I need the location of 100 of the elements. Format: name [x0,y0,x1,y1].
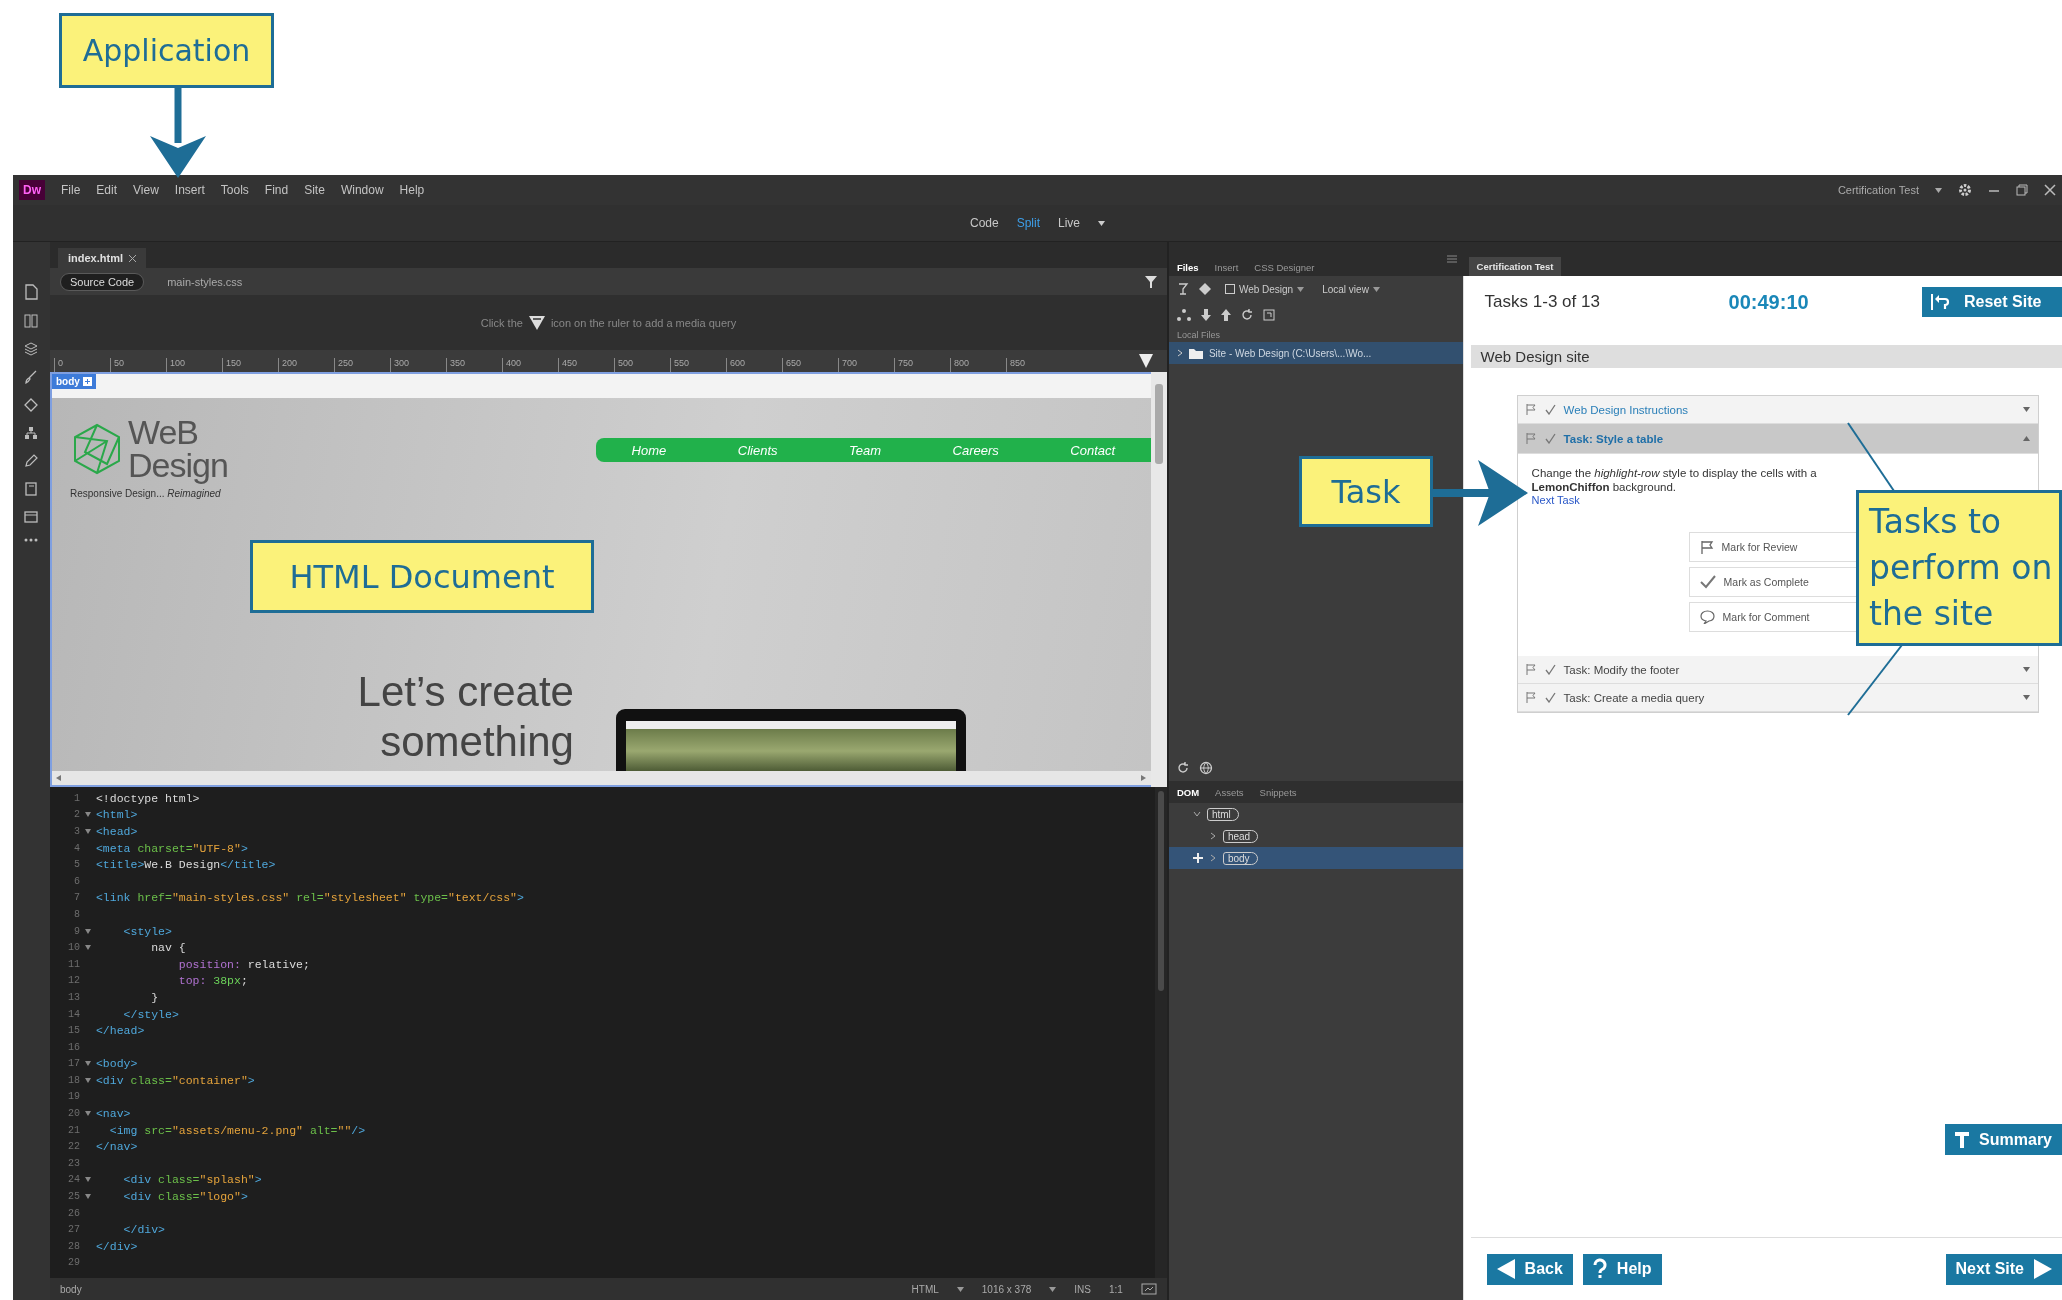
diamond-icon[interactable] [24,398,39,412]
brush-icon[interactable] [24,370,39,384]
close-icon[interactable] [2044,184,2056,196]
chevron-right-icon [1208,854,1217,862]
hint-text: Click the [480,316,523,329]
code-line: <style> [122,924,172,938]
dom-node[interactable]: head [1168,825,1463,847]
ruler-label: 750 [893,358,950,372]
dom-node[interactable]: html [1168,803,1463,825]
fold-icon[interactable] [84,829,91,834]
code-line: } [150,990,159,1004]
panel-tab[interactable]: Files [1174,259,1201,276]
panel-tab[interactable]: Insert [1212,259,1241,276]
fold-icon[interactable] [84,812,91,818]
line-number: 3 [72,826,80,837]
panel-tab[interactable]: Assets [1213,783,1246,801]
more-icon[interactable] [24,538,39,542]
restore-icon[interactable] [2016,184,2028,196]
window-size[interactable]: 1016 x 378 [981,1283,1032,1295]
panel-tab[interactable]: DOM [1174,783,1202,801]
related-file-tab[interactable]: Source Code [59,272,145,291]
horizontal-scrollbar[interactable] [51,771,1151,785]
task-header[interactable]: Web Design Instructions [1517,396,2038,424]
fold-icon[interactable] [84,1111,91,1117]
line-number: 17 [66,1058,80,1070]
fold-icon[interactable] [84,945,91,951]
refresh-icon[interactable] [1176,762,1189,774]
down-arrow-icon[interactable] [1200,309,1211,321]
book-icon[interactable] [24,482,39,496]
leader-line [1847,422,1895,492]
menu-item[interactable]: View [133,183,159,197]
pencil-icon[interactable] [24,454,39,468]
panel-tab[interactable]: Certification Test [1468,257,1562,276]
line-number: 9 [72,925,80,937]
network-icon[interactable] [1176,309,1191,321]
code-line: </style> [122,1007,179,1021]
filter-icon[interactable] [1144,275,1157,288]
code-line: position: relative; [177,957,310,971]
fold-icon[interactable] [84,1177,91,1183]
fold-icon[interactable] [84,1194,91,1200]
next-task-link[interactable]: Next Task [1531,494,1580,506]
fold-icon[interactable] [84,1061,91,1067]
view-mode-tab[interactable]: Live [1058,216,1080,230]
site-dropdown[interactable]: Web Design [1220,282,1309,296]
panel-tab[interactable]: Snippets [1257,783,1299,801]
menu-item[interactable]: Help [399,183,425,197]
related-file-tab[interactable]: main-styles.css [158,273,252,290]
globe-icon[interactable] [1198,761,1213,775]
line-number: 18 [66,1074,80,1086]
panel-tab[interactable]: CSS Designer [1252,259,1317,276]
file-icon[interactable] [24,284,39,300]
right-arrow-icon [2034,1259,2052,1279]
document-type[interactable]: HTML [911,1283,939,1295]
nav-button[interactable]: Back [1486,1253,1573,1285]
menu-item[interactable]: Insert [174,183,205,197]
task-count-label: Tasks 1-3 of 13 [1484,292,1601,312]
menu-item[interactable]: File [61,183,81,197]
menu-item[interactable]: Tools [220,183,249,197]
local-files-label[interactable]: Local Files [1168,328,1463,342]
code-line: top: 38px; [177,974,248,988]
view-dropdown[interactable]: Local view [1318,282,1384,296]
summary-button[interactable]: Summary [1945,1124,2062,1155]
panel-icon[interactable] [24,510,39,524]
code-line: </div> [95,1239,138,1253]
line-number: 10 [66,942,80,954]
task-header[interactable]: Task: Create a media query [1517,684,2038,712]
element-tag-badge[interactable]: body [51,374,96,389]
menu-item[interactable]: Window [340,183,384,197]
menu-item[interactable]: Edit [96,183,118,197]
document-tab[interactable]: index.html [57,248,146,268]
site-folder-row[interactable]: Site - Web Design (C:\Users\...\Wo... [1168,342,1463,364]
expand-icon[interactable] [1262,309,1275,321]
up-arrow-icon[interactable] [1220,309,1231,321]
nav-button[interactable]: Help [1582,1253,1662,1285]
nav-button[interactable]: Next Site [1945,1253,2062,1285]
tag-selector[interactable]: body [59,1283,82,1295]
scrollbar-thumb[interactable] [1157,791,1164,991]
dom-node[interactable]: body [1168,847,1463,869]
callout-label: HTML Document [250,540,594,613]
line-number: 4 [72,842,80,854]
hierarchy-icon[interactable] [24,426,39,440]
columns-icon[interactable] [24,314,39,328]
ruler-label: 200 [277,358,334,372]
workspace-switcher[interactable]: Certification Test [1837,184,1919,196]
settings-icon[interactable] [1958,183,1972,197]
fold-icon[interactable] [84,1077,91,1083]
view-mode-tab[interactable]: Split [1016,216,1040,230]
reset-site-button[interactable]: Reset Site [1922,287,2062,317]
menu-item[interactable]: Site [304,183,325,197]
view-mode-tab[interactable]: Code [969,216,999,230]
preview-icon[interactable] [1140,1283,1157,1295]
check-icon [1544,433,1556,444]
layers-icon[interactable] [24,342,39,356]
caret-icon[interactable] [1098,220,1105,226]
refresh-icon[interactable] [1240,309,1253,321]
media-query-marker-icon[interactable] [1138,354,1153,368]
diamond-icon[interactable] [1198,283,1211,295]
fold-icon[interactable] [84,928,91,934]
task-header[interactable]: Task: Modify the footer [1517,656,2038,684]
menu-item[interactable]: Find [264,183,289,197]
